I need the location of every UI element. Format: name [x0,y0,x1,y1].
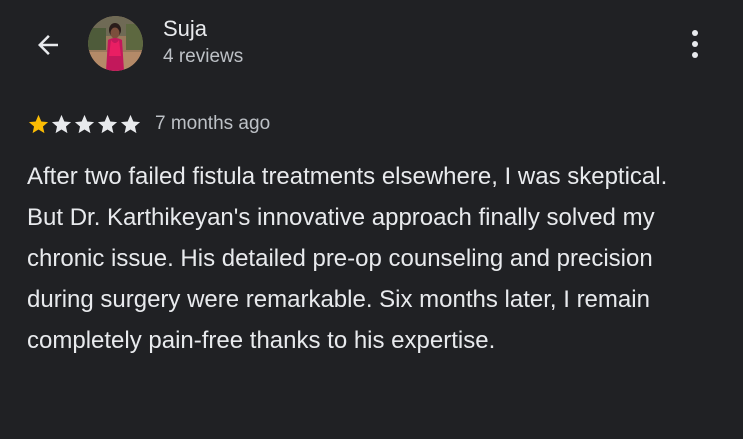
star-empty-icon [74,114,95,133]
reviewer-name[interactable]: Suja [163,16,207,42]
arrow-back-icon [38,35,58,55]
star-rating [27,113,142,136]
review-text: After two failed fistula treatments else… [27,163,668,354]
review-date: 7 months ago [155,113,271,134]
back-button[interactable] [30,27,66,63]
star-empty-icon [120,114,141,133]
review-count: 4 reviews [163,46,244,67]
star-filled-icon [28,114,49,133]
rating-row: 7 months ago [27,110,270,138]
star-empty-icon [97,114,118,133]
user-avatar-photo [88,16,143,71]
star-empty-icon [51,114,72,133]
more-vert-icon [692,30,698,58]
more-options-button[interactable] [680,26,710,62]
avatar[interactable] [88,16,143,71]
